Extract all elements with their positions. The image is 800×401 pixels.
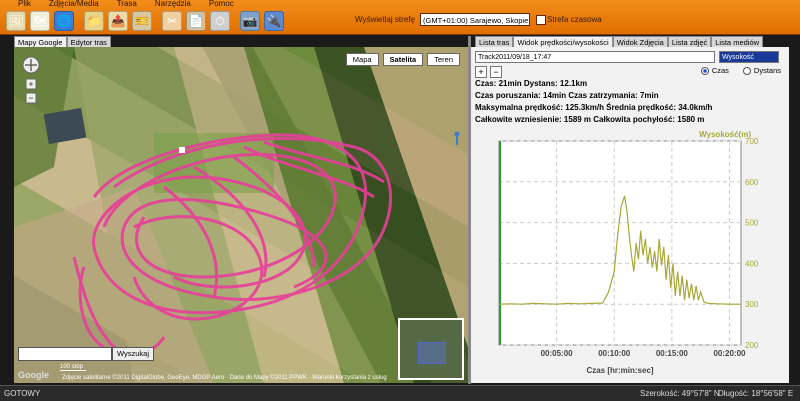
map-icon[interactable]: 🗺 — [30, 11, 50, 31]
map-copyright: Zdjęcie satelitarne ©2011 DigitalGlobe, … — [62, 375, 387, 381]
map-type-terrain[interactable]: Teren — [427, 53, 460, 66]
timezone-select[interactable]: (GMT+01:00) Sarajewo, Skopie, Warsz — [420, 13, 530, 26]
x-axis-label: Czas [hr:min:sec] — [586, 366, 653, 375]
menu-bar: Plik Zdjęcia/Media Trasa Narzędzia Pomoc — [0, 0, 234, 8]
overview-viewport[interactable] — [418, 342, 446, 364]
x-tick-label: 00:20:00 — [713, 349, 746, 358]
timezone-label: Wyświetlaj strefę — [355, 15, 415, 24]
timezone-checkbox[interactable] — [536, 15, 546, 25]
menu-tools[interactable]: Narzędzia — [155, 0, 191, 8]
folder-icon[interactable]: 📁 — [84, 11, 104, 31]
track-stats: Czas: 21min Dystans: 12.1km Czas porusza… — [475, 78, 712, 126]
y-tick-label: 300 — [745, 300, 759, 309]
metric-select[interactable]: Wysokość — [719, 51, 779, 63]
menu-help[interactable]: Pomoc — [209, 0, 234, 8]
toolbar: 🖼 🗺 🌐 📁 📤 🎫 ✂ 📄 ⏱ 📷 🔌 — [6, 9, 284, 33]
delete-icon[interactable]: ✂ — [162, 11, 182, 31]
chart-zoom-buttons: + − — [475, 66, 502, 78]
map-type-buttons: Mapa Satelita Teren — [345, 53, 460, 66]
menu-photos-media[interactable]: Zdjęcia/Media — [49, 0, 99, 8]
zoom-in-button[interactable]: + — [475, 66, 487, 78]
ticket-icon[interactable]: 🎫 — [132, 11, 152, 31]
x-tick-label: 00:10:00 — [598, 349, 631, 358]
y-tick-label: 600 — [745, 178, 759, 187]
track-row: Track2011/09/18_17:47 Wysokość — [475, 51, 787, 63]
altitude-chart[interactable]: 20030040050060070000:05:00 00:10:00 00:15:… — [471, 123, 789, 381]
y-tick-label: 500 — [745, 219, 759, 228]
track-select[interactable]: Track2011/09/18_17:47 — [475, 51, 715, 63]
overview-map[interactable] — [398, 318, 464, 380]
plot-area — [498, 140, 742, 346]
map-zoom-control[interactable] — [20, 55, 42, 128]
map-search-input[interactable] — [18, 347, 112, 361]
google-logo: Google — [18, 370, 49, 380]
y-tick-label: 400 — [745, 259, 759, 268]
document-icon[interactable]: 📄 — [186, 11, 206, 31]
x-tick-label: 00:05:00 — [541, 349, 574, 358]
zoom-out-button[interactable]: − — [490, 66, 502, 78]
y-tick-label: 200 — [745, 341, 759, 350]
top-toolbar-area: Plik Zdjęcia/Media Trasa Narzędzia Pomoc… — [0, 0, 800, 35]
x-tick-label: 00:15:00 — [656, 349, 689, 358]
usb-icon[interactable]: 🔌 — [264, 11, 284, 31]
satellite-map[interactable]: Mapa Satelita Teren Wyszukaj 100 stóp Go… — [14, 47, 468, 383]
pegman-icon[interactable] — [454, 131, 460, 145]
globe-icon[interactable]: 🌐 — [54, 11, 74, 31]
export-icon[interactable]: 📤 — [108, 11, 128, 31]
timezone-checkbox-label: Strefa czasowa — [547, 15, 602, 24]
start-marker — [179, 147, 185, 153]
menu-file[interactable]: Plik — [18, 0, 31, 8]
map-search-button[interactable]: Wyszukaj — [112, 347, 155, 361]
status-latitude: Szerokość: 49°57'8" N — [640, 389, 720, 398]
device-icon[interactable]: 📷 — [240, 11, 260, 31]
radio-time[interactable]: Czas — [701, 66, 729, 75]
status-longitude: Długość: 18°56'58" E — [718, 389, 794, 398]
status-text: GOTOWY — [4, 389, 41, 398]
map-type-satellite[interactable]: Satelita — [382, 53, 424, 66]
axis-mode-radios: Czas Dystans — [701, 66, 781, 75]
map-type-map[interactable]: Mapa — [345, 53, 379, 66]
stat-moving-stopped: Czas poruszania: 14min Czas zatrzymania:… — [475, 91, 659, 100]
menu-track[interactable]: Trasa — [117, 0, 137, 8]
status-bar: GOTOWY Szerokość: 49°57'8" N Długość: 18… — [0, 385, 800, 401]
stat-time-distance: Czas: 21min Dystans: 12.1km — [475, 79, 588, 88]
y-axis-label: Wysokość(m) — [699, 130, 751, 139]
stat-speed: Maksymalna prędkość: 125.3km/h Średnia p… — [475, 103, 713, 112]
map-scale: 100 stóp — [60, 364, 86, 371]
radio-distance[interactable]: Dystans — [743, 66, 781, 75]
photos-icon[interactable]: 🖼 — [6, 11, 26, 31]
clock-icon[interactable]: ⏱ — [210, 11, 230, 31]
profile-panel: Track2011/09/18_17:47 Wysokość + − Czas … — [471, 47, 789, 383]
